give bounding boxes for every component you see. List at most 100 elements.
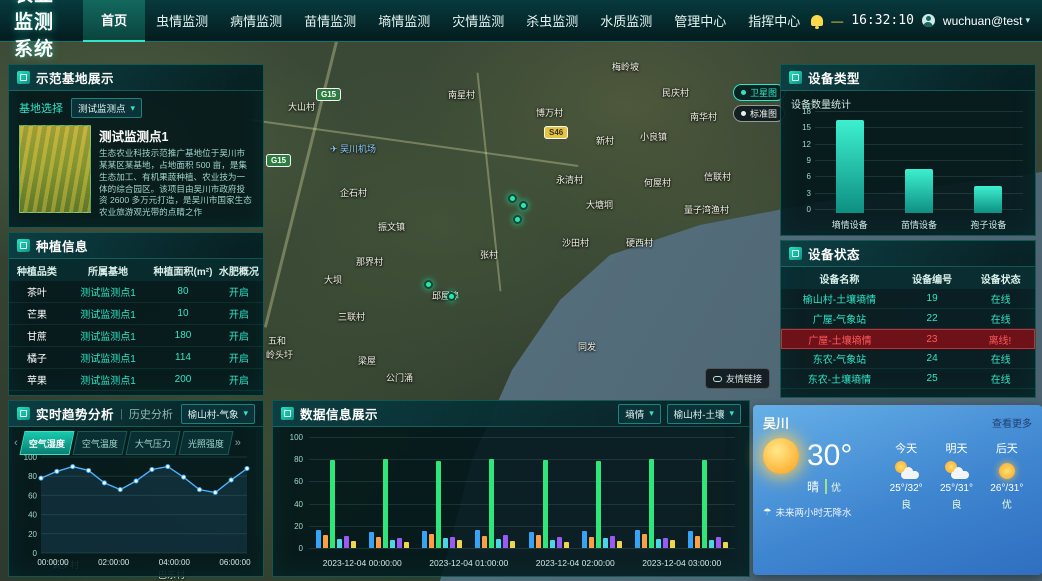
bar xyxy=(536,535,541,548)
layer-label: 标准图 xyxy=(750,107,777,120)
bar-group xyxy=(469,437,522,548)
bar-group xyxy=(522,437,575,548)
table-row[interactable]: 东农-土壤墒情 25 在线 xyxy=(781,369,1035,389)
chevron-down-icon: ▾ xyxy=(131,103,136,114)
panel-title: 数据信息展示 xyxy=(300,404,378,423)
sun-cloud-icon xyxy=(893,461,919,481)
planting-info-panel: 种植信息 种植品类所属基地 种植面积(m²)水肥概况 茶叶测试监测点1 80开启… xyxy=(8,232,264,396)
bar xyxy=(390,540,395,548)
bar-group xyxy=(309,437,362,548)
air-quality-badge: 优 xyxy=(825,479,841,494)
panel-icon xyxy=(17,71,30,84)
map-label: 张村 xyxy=(480,248,498,261)
bar xyxy=(397,538,402,548)
table-row[interactable]: 橘子测试监测点1 114开启 xyxy=(9,347,263,369)
standard-layer-button[interactable]: 标准图 xyxy=(733,105,785,122)
y-axis-label: 80 xyxy=(279,455,303,464)
base-select[interactable]: 测试监测点 ▾ xyxy=(71,98,142,118)
nav-item-disease[interactable]: 病情监测 xyxy=(219,0,293,42)
bar xyxy=(404,542,409,548)
table-row[interactable]: 东农-气象站 24 在线 xyxy=(781,349,1035,369)
bar xyxy=(836,120,864,213)
nav-item-admin-center[interactable]: 管理中心 xyxy=(663,0,737,42)
nav-item-home[interactable]: 首页 xyxy=(83,0,145,42)
nav-item-pest-control[interactable]: 杀虫监测 xyxy=(515,0,589,42)
x-axis-label: 2023-12-04 02:00:00 xyxy=(522,558,629,568)
map-marker[interactable] xyxy=(424,280,433,289)
table-row[interactable]: 苹果测试监测点1 200开启 xyxy=(9,369,263,391)
table-row[interactable]: 甘蔗测试监测点1 180开启 xyxy=(9,325,263,347)
bar xyxy=(316,530,321,548)
bar xyxy=(723,542,728,548)
map-marker[interactable] xyxy=(447,292,456,301)
site-description: 生态农业科技示范推广基地位于吴川市某某区某基地，占地面积 500 亩，是集生态加… xyxy=(99,148,253,219)
site-name: 测试监测点1 xyxy=(99,126,253,145)
bar xyxy=(596,461,601,548)
map-label: 岭头圩 xyxy=(266,348,293,361)
sun-icon xyxy=(763,438,799,474)
panel-icon xyxy=(789,247,802,260)
map-label: 硬西村 xyxy=(626,236,653,249)
bar xyxy=(457,540,462,548)
history-analysis-tab[interactable]: 历史分析 xyxy=(129,406,173,422)
link-icon xyxy=(713,376,722,382)
bar xyxy=(383,459,388,548)
weather-more-link[interactable]: 查看更多 xyxy=(992,415,1032,430)
top-navbar: 农业监测系统 首页 虫情监测 病情监测 苗情监测 墒情监测 灾情监测 杀虫监测 … xyxy=(0,0,1042,42)
satellite-layer-button[interactable]: 卫星图 xyxy=(733,84,785,101)
table-row-offline-alert[interactable]: 广屋-土壤墒情 23 离线! xyxy=(781,329,1035,349)
bar xyxy=(496,539,501,548)
table-header: 设备名称 设备编号 设备状态 xyxy=(781,267,1035,289)
map-marker[interactable] xyxy=(508,194,517,203)
map-label: 振文镇 xyxy=(378,220,405,233)
nav-item-soil-moisture[interactable]: 墒情监测 xyxy=(367,0,441,42)
device-status-panel: 设备状态 设备名称 设备编号 设备状态 榆山村-土壤墒情 19 在线 广屋-气象… xyxy=(780,240,1036,398)
base-select-value: 测试监测点 xyxy=(78,101,126,115)
panel-title: 设备类型 xyxy=(808,68,860,87)
bar xyxy=(489,459,494,548)
metric-type-value: 墒情 xyxy=(625,407,644,421)
crop-photo xyxy=(19,125,91,213)
metric-type-select[interactable]: 墒情 ▾ xyxy=(618,404,661,424)
layer-dot-icon xyxy=(741,111,746,116)
bar xyxy=(603,538,608,548)
chevron-left-icon[interactable]: ‹ xyxy=(13,437,19,449)
panel-header: 设备状态 xyxy=(781,241,1035,267)
nav-item-insect[interactable]: 虫情监测 xyxy=(145,0,219,42)
station-value: 榆山村-土壤 xyxy=(674,407,725,421)
nav-item-disaster[interactable]: 灾情监测 xyxy=(441,0,515,42)
y-axis-label: 100 xyxy=(279,433,303,442)
map-marker[interactable] xyxy=(519,201,528,210)
navbar-right: — 16:32:10 wuchuan@test ▾ xyxy=(811,13,1042,28)
sun-cloud-icon xyxy=(943,461,969,481)
bar xyxy=(503,535,508,548)
bar xyxy=(351,541,356,548)
table-row[interactable]: 广屋-气象站 22 在线 xyxy=(781,309,1035,329)
trend-line-chart: 02040608010000:00:0002:00:0004:00:0006:0… xyxy=(15,451,255,574)
bar-group xyxy=(362,437,415,548)
nav-item-water-quality[interactable]: 水质监测 xyxy=(589,0,663,42)
table-row[interactable]: 茶叶测试监测点1 80开启 xyxy=(9,281,263,303)
bar xyxy=(330,460,335,548)
station-select[interactable]: 榆山村-土壤 ▾ xyxy=(667,404,741,424)
road-badge: S46 xyxy=(544,126,568,139)
bell-icon[interactable] xyxy=(811,15,823,26)
chevron-down-icon: ▾ xyxy=(649,408,654,419)
friendly-links-button[interactable]: 友情链接 xyxy=(705,368,770,389)
table-row[interactable]: 榆山村-土壤墒情 19 在线 xyxy=(781,289,1035,309)
map-label: 量子湾渔村 xyxy=(684,203,729,216)
user-menu[interactable]: wuchuan@test ▾ xyxy=(943,14,1030,28)
bar xyxy=(688,531,693,548)
nav-item-command-center[interactable]: 指挥中心 xyxy=(737,0,811,42)
table-row[interactable]: 芒果测试监测点1 10开启 xyxy=(9,303,263,325)
weather-widget: 吴川 查看更多 30° 晴 优 ☂ 未来两小时无降水 今天 25°/32° 良 xyxy=(753,405,1042,575)
title-divider: | xyxy=(120,408,123,420)
bar xyxy=(369,532,374,548)
y-axis-label: 0 xyxy=(279,544,303,553)
map-label: 大山村 xyxy=(288,100,315,113)
trend-station-select[interactable]: 榆山村-气象 ▾ xyxy=(181,404,255,424)
chevron-right-icon[interactable]: » xyxy=(234,437,242,449)
bar xyxy=(610,536,615,548)
map-marker[interactable] xyxy=(513,215,522,224)
nav-item-seedling[interactable]: 苗情监测 xyxy=(293,0,367,42)
